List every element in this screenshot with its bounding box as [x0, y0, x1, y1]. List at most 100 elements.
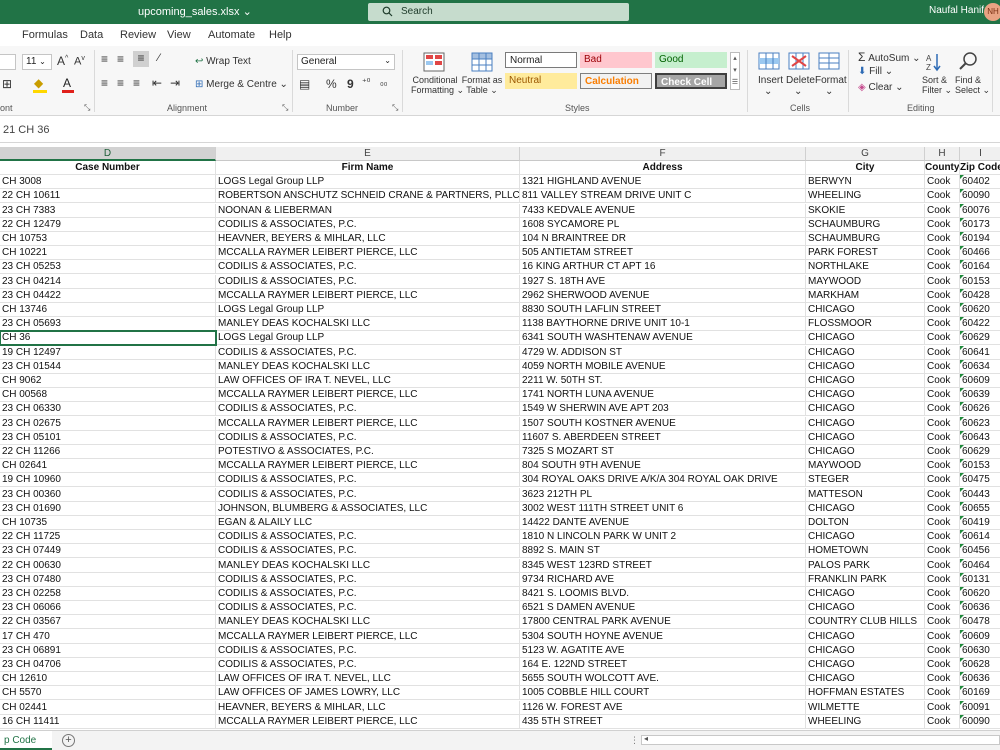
style-neutral[interactable]: Neutral: [505, 73, 577, 89]
cell-address[interactable]: 2211 W. 50TH ST.: [520, 374, 806, 388]
scrollbar-thumb[interactable]: [654, 737, 994, 743]
cell-case-number[interactable]: 23 CH 06891: [0, 643, 216, 658]
column-header-d[interactable]: D: [0, 147, 216, 161]
cell-county[interactable]: Cook: [925, 700, 960, 715]
cell-address[interactable]: 1810 N LINCOLN PARK W UNIT 2: [520, 530, 806, 545]
find-select-button[interactable]: Find & Select ⌄: [955, 75, 990, 96]
align-center-icon[interactable]: ≡: [117, 76, 124, 90]
cell-city[interactable]: CHICAGO: [806, 345, 925, 360]
cell-firm-name[interactable]: MCCALLA RAYMER LEIBERT PIERCE, LLC: [216, 714, 520, 729]
cell-case-number[interactable]: CH 3008: [0, 175, 216, 190]
format-as-table-icon[interactable]: [471, 52, 493, 72]
cell-county[interactable]: Cook: [925, 416, 960, 431]
cell-zip-code[interactable]: 60630: [960, 643, 1000, 658]
cell-address[interactable]: 8421 S. LOOMIS BLVD.: [520, 587, 806, 601]
cell-case-number[interactable]: 23 CH 04422: [0, 288, 216, 303]
cell-address[interactable]: 1507 SOUTH KOSTNER AVENUE: [520, 416, 806, 431]
cell-county[interactable]: Cook: [925, 402, 960, 417]
cell-zip-code[interactable]: 60629: [960, 331, 1000, 346]
cell-zip-code[interactable]: 60626: [960, 402, 1000, 417]
cell-city[interactable]: SCHAUMBURG: [806, 232, 925, 246]
cell-address[interactable]: 1005 COBBLE HILL COURT: [520, 686, 806, 701]
cell-city[interactable]: BERWYN: [806, 175, 925, 190]
cell-city[interactable]: WHEELING: [806, 189, 925, 204]
increase-decimal-icon[interactable]: ⁺⁰: [362, 77, 370, 88]
cell-firm-name[interactable]: CODILIS & ASSOCIATES, P.C.: [216, 487, 520, 502]
increase-indent-icon[interactable]: ⇥: [170, 76, 180, 90]
style-bad[interactable]: Bad: [580, 52, 652, 68]
cell-address[interactable]: 4729 W. ADDISON ST: [520, 345, 806, 360]
header-cell-firm-name[interactable]: Firm Name: [216, 161, 520, 175]
cell-city[interactable]: CHICAGO: [806, 445, 925, 459]
scroll-left-icon[interactable]: ◂: [644, 734, 648, 743]
cell-city[interactable]: CHICAGO: [806, 643, 925, 658]
cell-county[interactable]: Cook: [925, 217, 960, 232]
cell-address[interactable]: 5304 SOUTH HOYNE AVENUE: [520, 629, 806, 644]
cell-city[interactable]: CHICAGO: [806, 359, 925, 374]
cell-zip-code[interactable]: 60194: [960, 232, 1000, 246]
cell-zip-code[interactable]: 60641: [960, 345, 1000, 360]
column-header-i[interactable]: I: [960, 147, 1000, 161]
cell-address[interactable]: 811 VALLEY STREAM DRIVE UNIT C: [520, 189, 806, 204]
sort-filter-button[interactable]: Sort & Filter ⌄: [922, 75, 952, 96]
cell-address[interactable]: 1927 S. 18TH AVE: [520, 274, 806, 289]
format-cells-icon[interactable]: [818, 52, 840, 70]
tab-help[interactable]: Help: [269, 29, 292, 41]
cell-city[interactable]: NORTHLAKE: [806, 260, 925, 275]
cell-address[interactable]: 3623 212TH PL: [520, 487, 806, 502]
autosum-button[interactable]: Σ AutoSum ⌄: [858, 50, 921, 64]
cell-city[interactable]: CHICAGO: [806, 374, 925, 388]
cell-address[interactable]: 16 KING ARTHUR CT APT 16: [520, 260, 806, 275]
align-middle-icon[interactable]: ≡: [117, 52, 124, 66]
cell-zip-code[interactable]: 60636: [960, 601, 1000, 616]
cell-county[interactable]: Cook: [925, 274, 960, 289]
cell-city[interactable]: CHICAGO: [806, 430, 925, 445]
cell-address[interactable]: 5123 W. AGATITE AVE: [520, 643, 806, 658]
cell-zip-code[interactable]: 60639: [960, 388, 1000, 403]
cell-county[interactable]: Cook: [925, 501, 960, 516]
cell-zip-code[interactable]: 60090: [960, 714, 1000, 729]
insert-cells-icon[interactable]: [758, 52, 780, 70]
cell-county[interactable]: Cook: [925, 374, 960, 388]
tab-formulas[interactable]: Formulas: [22, 29, 68, 41]
column-header-f[interactable]: F: [520, 147, 806, 161]
cell-zip-code[interactable]: 60609: [960, 374, 1000, 388]
sort-filter-icon[interactable]: AZ: [925, 52, 947, 72]
cell-zip-code[interactable]: 60636: [960, 672, 1000, 687]
cell-city[interactable]: MATTESON: [806, 487, 925, 502]
cell-zip-code[interactable]: 60478: [960, 615, 1000, 630]
cell-zip-code[interactable]: 60422: [960, 317, 1000, 332]
cell-address[interactable]: 3002 WEST 111TH STREET UNIT 6: [520, 501, 806, 516]
style-normal[interactable]: Normal: [505, 52, 577, 68]
avatar[interactable]: NH: [984, 3, 1000, 21]
cell-firm-name[interactable]: HEAVNER, BEYERS & MIHLAR, LLC: [216, 232, 520, 246]
cell-county[interactable]: Cook: [925, 473, 960, 488]
cell-address[interactable]: 4059 NORTH MOBILE AVENUE: [520, 359, 806, 374]
cell-case-number[interactable]: CH 12610: [0, 672, 216, 687]
cell-city[interactable]: CHICAGO: [806, 388, 925, 403]
cell-city[interactable]: SKOKIE: [806, 203, 925, 218]
cell-case-number[interactable]: 23 CH 7383: [0, 203, 216, 218]
cell-case-number[interactable]: 23 CH 04214: [0, 274, 216, 289]
cell-case-number[interactable]: 23 CH 05101: [0, 430, 216, 445]
cell-county[interactable]: Cook: [925, 459, 960, 474]
cell-firm-name[interactable]: CODILIS & ASSOCIATES, P.C.: [216, 572, 520, 587]
cell-case-number[interactable]: CH 5570: [0, 686, 216, 701]
header-cell-address[interactable]: Address: [520, 161, 806, 175]
cell-firm-name[interactable]: NOONAN & LIEBERMAN: [216, 203, 520, 218]
cell-address[interactable]: 435 5TH STREET: [520, 714, 806, 729]
cell-county[interactable]: Cook: [925, 203, 960, 218]
cell-address[interactable]: 8345 WEST 123RD STREET: [520, 558, 806, 573]
cell-firm-name[interactable]: LAW OFFICES OF IRA T. NEVEL, LLC: [216, 672, 520, 687]
cell-county[interactable]: Cook: [925, 572, 960, 587]
cell-city[interactable]: CHICAGO: [806, 658, 925, 672]
cell-case-number[interactable]: CH 13746: [0, 303, 216, 317]
tab-data[interactable]: Data: [80, 29, 103, 41]
cell-zip-code[interactable]: 60620: [960, 587, 1000, 601]
tab-automate[interactable]: Automate: [208, 29, 255, 41]
cell-case-number[interactable]: 22 CH 10611: [0, 189, 216, 204]
column-header-e[interactable]: E: [216, 147, 520, 161]
cell-firm-name[interactable]: MANLEY DEAS KOCHALSKI LLC: [216, 558, 520, 573]
cell-address[interactable]: 1138 BAYTHORNE DRIVE UNIT 10-1: [520, 317, 806, 332]
cell-case-number[interactable]: 23 CH 00360: [0, 487, 216, 502]
